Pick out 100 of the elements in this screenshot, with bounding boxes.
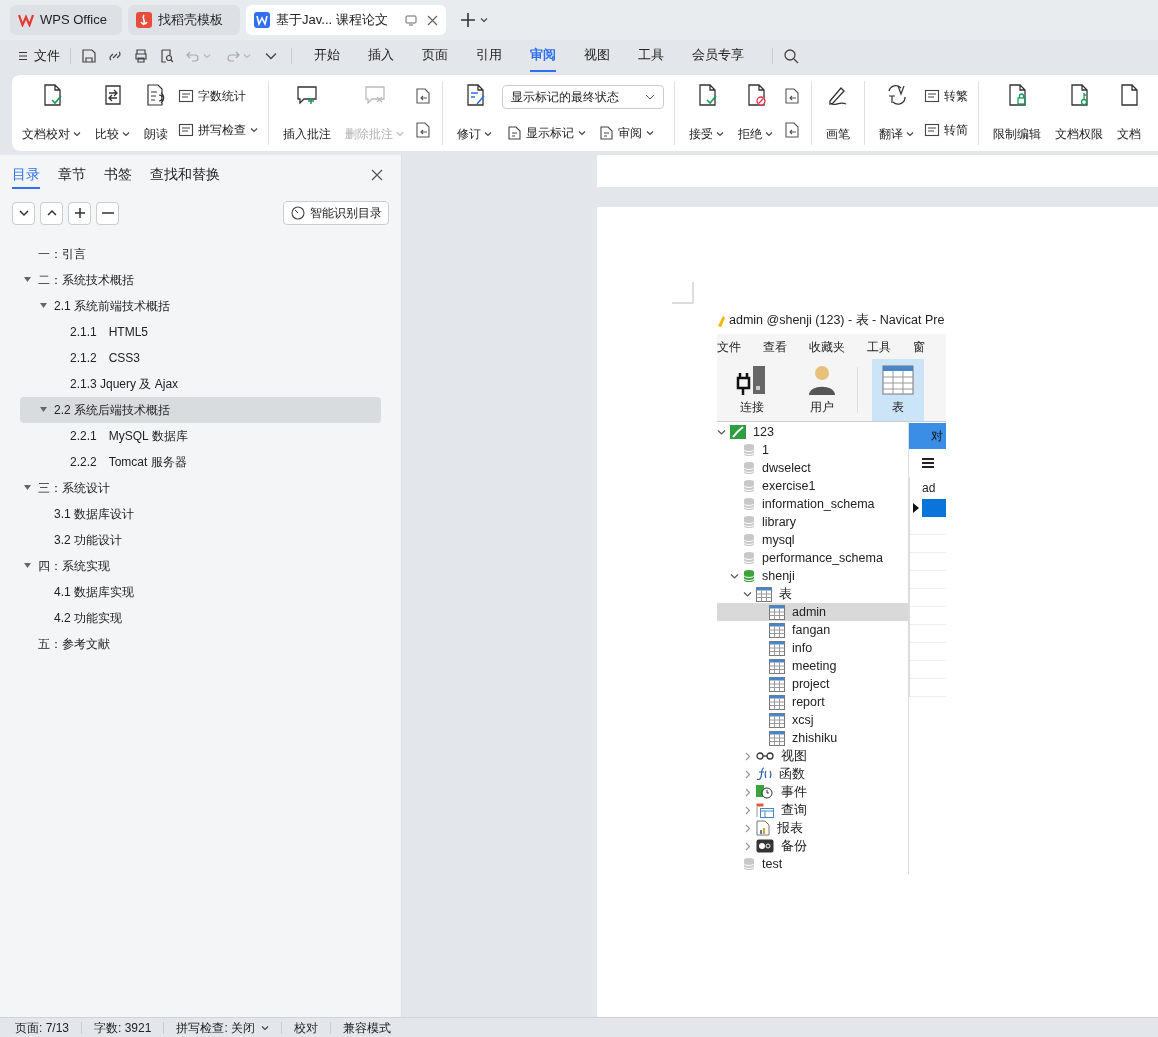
- tree-item[interactable]: shenji: [717, 567, 908, 585]
- ribbon-button[interactable]: 比较: [91, 79, 134, 147]
- outline-item[interactable]: 4.1 数据库实现: [20, 579, 381, 605]
- collapse-button[interactable]: [12, 201, 35, 225]
- tree-item[interactable]: mysql: [717, 531, 908, 549]
- outline-item[interactable]: 2.2.1 MySQL 数据库: [20, 423, 381, 449]
- print-icon[interactable]: [133, 48, 149, 64]
- tree-item[interactable]: dwselect: [717, 459, 908, 477]
- triangle-down-icon[interactable]: [23, 276, 32, 284]
- ribbon-tab[interactable]: 页面: [422, 40, 448, 72]
- toolbar-button[interactable]: 表: [872, 359, 924, 421]
- tree-item[interactable]: 表: [717, 585, 908, 603]
- tree-item[interactable]: zhishiku: [717, 729, 908, 747]
- menu-item[interactable]: 工具: [867, 337, 891, 356]
- ribbon-button[interactable]: 翻译: [875, 79, 918, 147]
- ribbon-button[interactable]: 限制编辑: [989, 79, 1045, 147]
- menu-item[interactable]: 文件: [717, 337, 741, 356]
- object-tab[interactable]: 对: [909, 423, 946, 449]
- triangle-down-icon[interactable]: [39, 406, 48, 414]
- toolbar-button[interactable]: 用户: [787, 359, 857, 421]
- file-menu-button[interactable]: 文件: [18, 46, 70, 66]
- ribbon-button[interactable]: 接受: [685, 79, 728, 147]
- ribbon-tab[interactable]: 审阅: [530, 40, 556, 72]
- ribbon-button[interactable]: 文档权限: [1051, 79, 1107, 147]
- outline-item[interactable]: 2.2 系统后端技术概括: [20, 397, 381, 423]
- outline-item[interactable]: 2.1.2 CSS3: [20, 345, 381, 371]
- app-tab[interactable]: 找稻壳模板: [128, 5, 240, 35]
- outline-item[interactable]: 3.2 功能设计: [20, 527, 381, 553]
- tree-item[interactable]: 报表: [717, 819, 908, 837]
- ribbon-tab[interactable]: 引用: [476, 40, 502, 72]
- triangle-down-icon[interactable]: [23, 562, 32, 570]
- ribbon-button[interactable]: 修订: [453, 79, 496, 147]
- ribbon-button[interactable]: 文档校对: [18, 79, 85, 147]
- tree-item[interactable]: fangan: [717, 621, 908, 639]
- print-preview-icon[interactable]: [159, 48, 175, 64]
- plus-button[interactable]: [68, 201, 91, 225]
- tree-item[interactable]: performance_schema: [717, 549, 908, 567]
- ribbon-button[interactable]: 拒绝: [734, 79, 777, 147]
- ribbon-tab[interactable]: 开始: [314, 40, 340, 72]
- status-item[interactable]: 页面: 7/13: [15, 1018, 70, 1037]
- outline-item[interactable]: 二：系统技术概括: [20, 267, 381, 293]
- sidebar-tab[interactable]: 书签: [104, 161, 132, 189]
- app-tab[interactable]: 基于Jav... 课程论文: [246, 5, 446, 35]
- ribbon-tab[interactable]: 工具: [638, 40, 664, 72]
- sidebar-tab[interactable]: 目录: [12, 161, 40, 189]
- status-item[interactable]: 拼写检查: 关闭: [176, 1018, 270, 1037]
- outline-item[interactable]: 2.1.1 HTML5: [20, 319, 381, 345]
- ribbon-small-button[interactable]: 字数统计: [178, 87, 258, 105]
- triangle-down-icon[interactable]: [39, 302, 48, 310]
- menu-item[interactable]: 查看: [763, 337, 787, 356]
- outline-item[interactable]: 2.1 系统前端技术概括: [20, 293, 381, 319]
- sidebar-tab[interactable]: 查找和替换: [150, 161, 220, 189]
- outline-item[interactable]: 一：引言: [20, 241, 381, 267]
- ribbon-small-button[interactable]: 转简: [924, 121, 968, 139]
- document-arrow-icon[interactable]: [414, 121, 432, 139]
- sidebar-tab[interactable]: 章节: [58, 161, 86, 189]
- outline-item[interactable]: 四：系统实现: [20, 553, 381, 579]
- tree-item[interactable]: admin: [717, 603, 908, 621]
- tree-item[interactable]: info: [717, 639, 908, 657]
- ribbon-small-button[interactable]: 拼写检查: [178, 121, 258, 139]
- outline-item[interactable]: 3.1 数据库设计: [20, 501, 381, 527]
- minus-button[interactable]: [96, 201, 119, 225]
- menu-item[interactable]: 收藏夹: [809, 337, 845, 356]
- ribbon-button[interactable]: 画笔: [822, 79, 854, 147]
- outline-item[interactable]: 五：参考文献: [20, 631, 381, 657]
- tree-item[interactable]: 事件: [717, 783, 908, 801]
- document-arrow-icon[interactable]: [783, 87, 801, 105]
- chevron-down-icon[interactable]: [265, 52, 277, 60]
- tree-item[interactable]: project: [717, 675, 908, 693]
- menu-item[interactable]: 窗: [913, 337, 925, 356]
- tree-item[interactable]: 1: [717, 441, 908, 459]
- outline-item[interactable]: 2.2.2 Tomcat 服务器: [20, 449, 381, 475]
- tree-item[interactable]: 123: [717, 423, 908, 441]
- save-icon[interactable]: [81, 48, 97, 64]
- status-item[interactable]: 兼容模式: [343, 1018, 392, 1037]
- ribbon-tab[interactable]: 视图: [584, 40, 610, 72]
- ribbon-button[interactable]: 插入批注: [279, 79, 335, 147]
- outline-item[interactable]: 4.2 功能实现: [20, 605, 381, 631]
- tree-item[interactable]: information_schema: [717, 495, 908, 513]
- tree-item[interactable]: report: [717, 693, 908, 711]
- status-item[interactable]: 字数: 3921: [94, 1018, 152, 1037]
- tree-item[interactable]: 备份: [717, 837, 908, 855]
- outline-item[interactable]: 三：系统设计: [20, 475, 381, 501]
- ribbon-small-button[interactable]: 转繁: [924, 87, 968, 105]
- plus-icon[interactable]: [460, 12, 476, 28]
- document-arrow-icon[interactable]: [783, 121, 801, 139]
- outline-item[interactable]: 2.1.3 Jquery 及 Ajax: [20, 371, 381, 397]
- menu-icon[interactable]: [921, 457, 935, 469]
- close-icon[interactable]: [427, 14, 438, 26]
- document-arrow-icon[interactable]: [414, 87, 432, 105]
- tree-item[interactable]: exercise1: [717, 477, 908, 495]
- ribbon-tab[interactable]: 会员专享: [692, 40, 744, 72]
- tree-item[interactable]: library: [717, 513, 908, 531]
- expand-button[interactable]: [40, 201, 63, 225]
- ribbon-small-button[interactable]: 显示标记: [506, 123, 586, 142]
- triangle-down-icon[interactable]: [23, 484, 32, 492]
- chevron-down-icon[interactable]: [717, 427, 726, 437]
- search-icon[interactable]: [783, 48, 799, 64]
- toolbar-button[interactable]: 连接: [717, 359, 787, 421]
- ribbon-tab[interactable]: 插入: [368, 40, 394, 72]
